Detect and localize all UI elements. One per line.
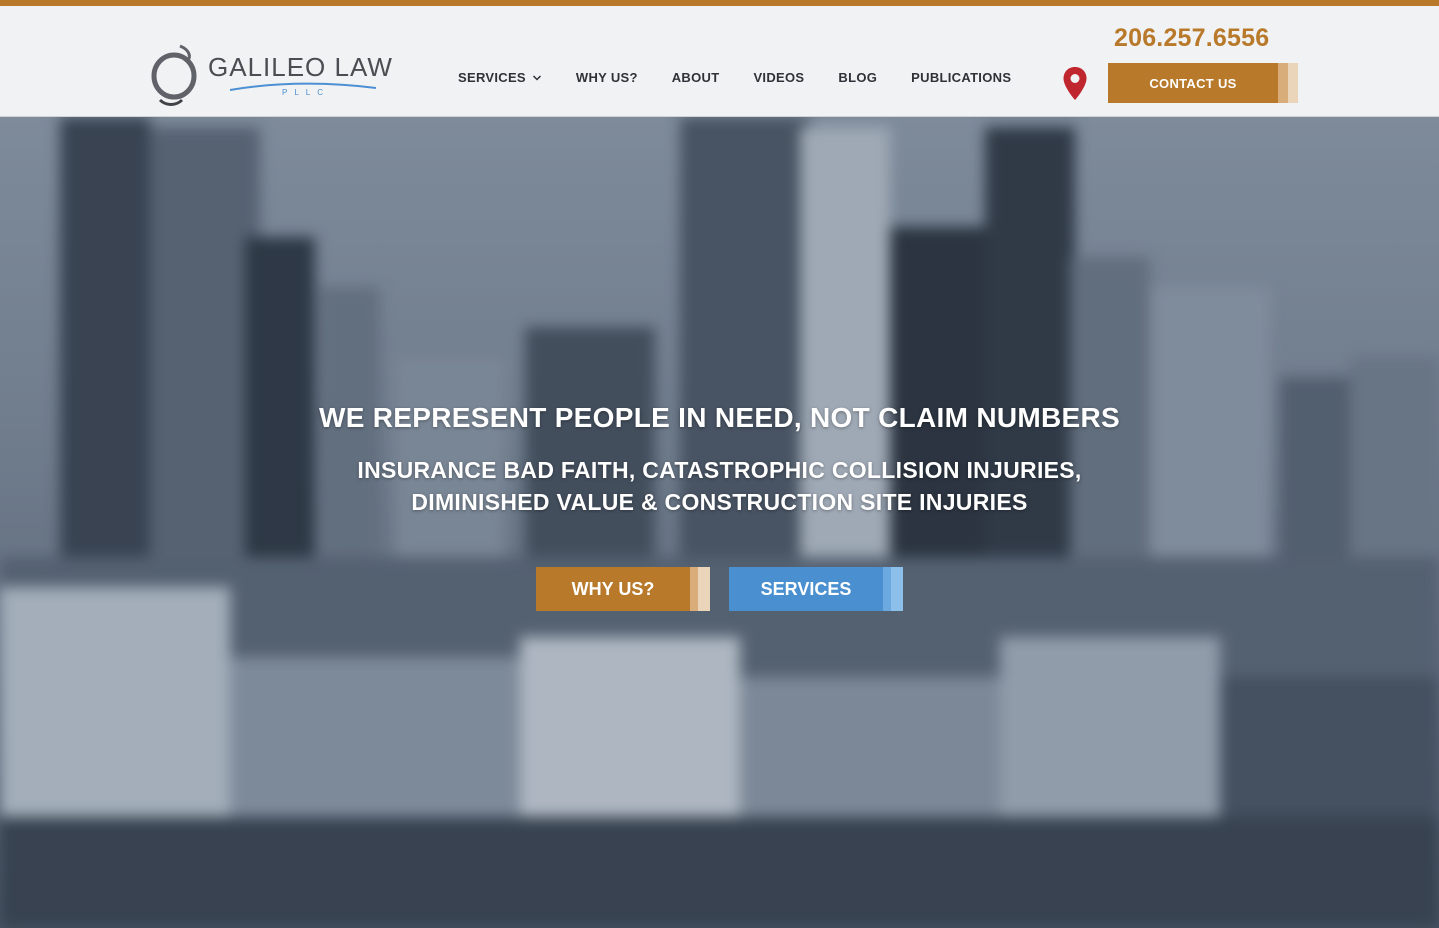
hero-subheadline: INSURANCE BAD FAITH, CATASTROPHIC COLLIS… [0,454,1439,518]
hero-overlay [0,117,1439,928]
hero-section: WE REPRESENT PEOPLE IN NEED, NOT CLAIM N… [0,117,1439,928]
nav-item-about[interactable]: ABOUT [672,70,720,85]
nav-item-publications[interactable]: PUBLICATIONS [911,70,1011,85]
contact-us-label: CONTACT US [1149,75,1237,91]
button-accent-stripe [891,567,903,611]
button-accent-stripe [698,567,710,611]
nav-item-videos[interactable]: VIDEOS [753,70,804,85]
services-label: SERVICES [760,578,852,599]
chevron-down-icon [532,74,541,81]
site-header: GALILEO LAW PLLC SERVICES WHY US? ABOUT … [0,6,1439,117]
button-accent-stripe [1288,63,1298,103]
hero-headline: WE REPRESENT PEOPLE IN NEED, NOT CLAIM N… [319,402,1120,433]
phone-number[interactable]: 206.257.6556 [1114,24,1269,53]
nav-item-blog[interactable]: BLOG [838,70,877,85]
logo[interactable]: GALILEO LAW PLLC [150,40,400,110]
why-us-label: WHY US? [571,578,655,599]
main-nav: SERVICES WHY US? ABOUT VIDEOS BLOG PUBLI… [458,70,1011,85]
nav-item-services[interactable]: SERVICES [458,70,542,85]
button-accent-stripe [690,567,698,611]
nav-item-why-us[interactable]: WHY US? [576,70,638,85]
map-pin-icon[interactable] [1062,66,1088,102]
hero-subheadline-line-1: INSURANCE BAD FAITH, CATASTROPHIC COLLIS… [357,457,1082,483]
button-accent-stripe [883,567,891,611]
galileo-orbit-logo-icon [151,44,197,106]
nav-item-label: SERVICES [458,70,526,85]
brand-name: GALILEO LAW [208,52,393,82]
why-us-button[interactable]: WHY US? [536,567,710,611]
button-accent-stripe [1278,63,1288,103]
brand-subtitle: PLLC [282,88,331,97]
hero-subheadline-line-2: DIMINISHED VALUE & CONSTRUCTION SITE INJ… [411,489,1028,515]
services-button[interactable]: SERVICES [729,567,903,611]
contact-us-button[interactable]: CONTACT US [1108,63,1298,103]
